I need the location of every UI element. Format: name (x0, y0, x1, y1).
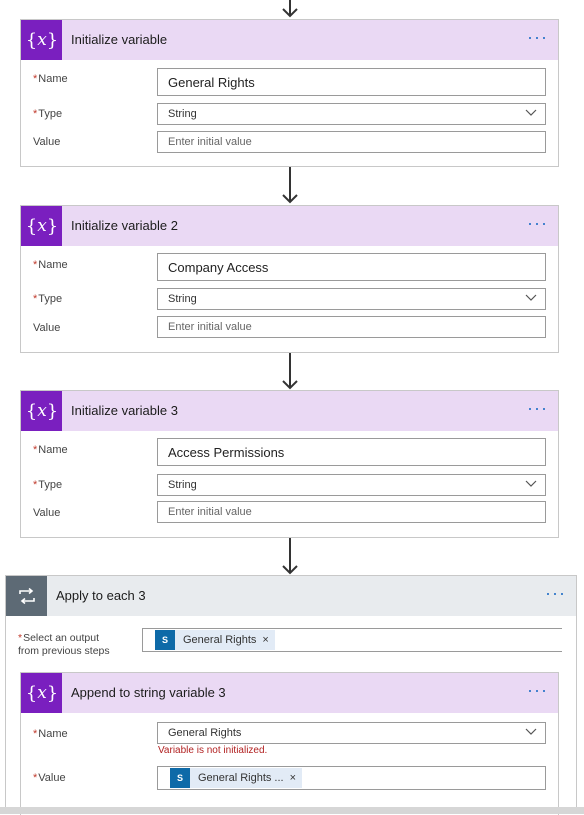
token-label: General Rights (183, 634, 257, 646)
card-header[interactable]: {x} Initialize variable ··· (21, 20, 558, 60)
chevron-down-icon (525, 728, 537, 735)
initialize-variable-card: {x} Initialize variable ··· *Name Genera… (20, 19, 559, 167)
connector-arrow (282, 538, 298, 575)
initialize-variable-card: {x} Initialize variable 2 ··· *Name Comp… (20, 205, 559, 353)
value-input[interactable]: Enter initial value (157, 131, 546, 153)
card-title: Append to string variable 3 (71, 685, 226, 700)
type-value: String (168, 479, 197, 491)
value-input[interactable]: Enter initial value (157, 316, 546, 338)
name-select[interactable]: General Rights (157, 722, 546, 744)
more-options-icon[interactable]: ··· (527, 28, 548, 46)
connector-arrow (282, 0, 298, 18)
type-label: *Type (33, 293, 63, 305)
more-options-icon[interactable]: ··· (527, 214, 548, 232)
value-label: Value (33, 322, 61, 334)
value-label: *Value (33, 772, 66, 784)
type-value: String (168, 108, 197, 120)
type-label: *Type (33, 108, 63, 120)
remove-token-icon[interactable]: × (262, 634, 268, 646)
card-header[interactable]: {x} Initialize variable 2 ··· (21, 206, 558, 246)
card-title: Initialize variable 2 (71, 218, 178, 233)
dynamic-token[interactable]: S General Rights ... × (170, 768, 303, 788)
arrow-down-icon (282, 194, 298, 204)
variable-icon: {x} (21, 20, 62, 60)
append-to-string-variable-card: {x} Append to string variable 3 ··· *Nam… (20, 672, 559, 815)
name-label: *Name (33, 73, 68, 85)
dynamic-token[interactable]: S General Rights × (155, 630, 275, 650)
card-header[interactable]: {x} Initialize variable 3 ··· (21, 391, 558, 431)
more-options-icon[interactable]: ··· (545, 584, 566, 602)
card-title: Apply to each 3 (56, 588, 146, 603)
type-select[interactable]: String (157, 288, 546, 310)
connector-arrow (282, 353, 298, 390)
error-message: Variable is not initialized. (158, 745, 268, 756)
name-field[interactable]: Company Access (157, 253, 546, 281)
horizontal-scrollbar[interactable] (0, 807, 584, 814)
name-field[interactable]: General Rights (157, 68, 546, 96)
chevron-down-icon (525, 480, 537, 487)
more-options-icon[interactable]: ··· (527, 681, 548, 699)
type-select[interactable]: String (157, 103, 546, 125)
sharepoint-icon: S (170, 768, 190, 788)
connector-arrow (282, 167, 298, 204)
select-output-field[interactable]: S General Rights × (142, 628, 562, 652)
type-value: String (168, 293, 197, 305)
value-field[interactable]: S General Rights ... × (157, 766, 546, 790)
variable-icon: {x} (21, 391, 62, 431)
name-label: *Name (33, 259, 68, 271)
card-title: Initialize variable 3 (71, 403, 178, 418)
type-select[interactable]: String (157, 474, 546, 496)
chevron-down-icon (525, 294, 537, 301)
apply-to-each-card: Apply to each 3 ··· *Select an output fr… (5, 575, 577, 815)
initialize-variable-card: {x} Initialize variable 3 ··· *Name Acce… (20, 390, 559, 538)
variable-icon: {x} (21, 673, 62, 713)
arrow-down-icon (282, 565, 298, 575)
select-output-label: *Select an output from previous steps (18, 632, 110, 657)
card-header[interactable]: {x} Append to string variable 3 ··· (21, 673, 558, 713)
arrow-down-icon (282, 8, 298, 18)
card-header[interactable]: Apply to each 3 ··· (6, 576, 576, 616)
more-options-icon[interactable]: ··· (527, 399, 548, 417)
type-label: *Type (33, 479, 63, 491)
value-input[interactable]: Enter initial value (157, 501, 546, 523)
chevron-down-icon (525, 109, 537, 116)
name-value: General Rights (168, 727, 242, 739)
card-title: Initialize variable (71, 32, 168, 47)
sharepoint-icon: S (155, 630, 175, 650)
token-label: General Rights ... (198, 772, 284, 784)
name-label: *Name (33, 728, 68, 740)
remove-token-icon[interactable]: × (290, 772, 296, 784)
name-field[interactable]: Access Permissions (157, 438, 546, 466)
variable-icon: {x} (21, 206, 62, 246)
value-label: Value (33, 507, 61, 519)
arrow-down-icon (282, 380, 298, 390)
name-label: *Name (33, 444, 68, 456)
value-label: Value (33, 136, 61, 148)
loop-icon (6, 576, 47, 616)
